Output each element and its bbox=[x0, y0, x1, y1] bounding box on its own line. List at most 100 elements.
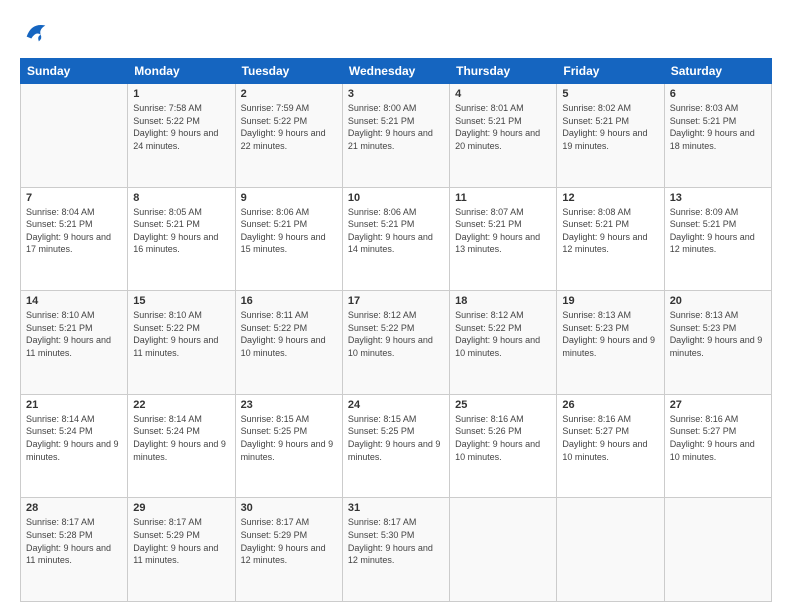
day-cell bbox=[557, 498, 664, 602]
day-detail: Sunrise: 8:11 AMSunset: 5:22 PMDaylight:… bbox=[241, 309, 337, 359]
day-cell: 13 Sunrise: 8:09 AMSunset: 5:21 PMDayligh… bbox=[664, 187, 771, 291]
day-detail: Sunrise: 8:04 AMSunset: 5:21 PMDaylight:… bbox=[26, 206, 122, 256]
calendar: SundayMondayTuesdayWednesdayThursdayFrid… bbox=[20, 58, 772, 602]
day-number: 29 bbox=[133, 502, 229, 514]
day-detail: Sunrise: 8:06 AMSunset: 5:21 PMDaylight:… bbox=[348, 206, 444, 256]
day-detail: Sunrise: 8:07 AMSunset: 5:21 PMDaylight:… bbox=[455, 206, 551, 256]
day-detail: Sunrise: 7:59 AMSunset: 5:22 PMDaylight:… bbox=[241, 102, 337, 152]
day-detail: Sunrise: 8:06 AMSunset: 5:21 PMDaylight:… bbox=[241, 206, 337, 256]
day-detail: Sunrise: 8:10 AMSunset: 5:21 PMDaylight:… bbox=[26, 309, 122, 359]
day-detail: Sunrise: 8:15 AMSunset: 5:25 PMDaylight:… bbox=[348, 413, 444, 463]
day-cell: 17Sunrise: 8:12 AMSunset: 5:22 PMDayligh… bbox=[342, 291, 449, 395]
day-number: 3 bbox=[348, 88, 444, 100]
logo-bird-icon bbox=[22, 18, 50, 46]
day-number: 28 bbox=[26, 502, 122, 514]
day-cell bbox=[450, 498, 557, 602]
day-number: 13 bbox=[670, 192, 766, 204]
day-cell: 24Sunrise: 8:15 AMSunset: 5:25 PMDayligh… bbox=[342, 394, 449, 498]
day-cell: 14 Sunrise: 8:10 AMSunset: 5:21 PMDayligh… bbox=[21, 291, 128, 395]
day-number: 25 bbox=[455, 399, 551, 411]
week-row-3: 14 Sunrise: 8:10 AMSunset: 5:21 PMDayligh… bbox=[21, 291, 772, 395]
day-detail: Sunrise: 8:00 AMSunset: 5:21 PMDaylight:… bbox=[348, 102, 444, 152]
day-detail: Sunrise: 8:13 AMSunset: 5:23 PMDaylight:… bbox=[670, 309, 766, 359]
day-detail: Sunrise: 8:12 AMSunset: 5:22 PMDaylight:… bbox=[348, 309, 444, 359]
day-cell: 27Sunrise: 8:16 AMSunset: 5:27 PMDayligh… bbox=[664, 394, 771, 498]
day-number: 11 bbox=[455, 192, 551, 204]
day-number: 5 bbox=[562, 88, 658, 100]
day-cell: 6Sunrise: 8:03 AMSunset: 5:21 PMDaylight… bbox=[664, 84, 771, 188]
day-number: 30 bbox=[241, 502, 337, 514]
day-number: 16 bbox=[241, 295, 337, 307]
weekday-header-saturday: Saturday bbox=[664, 59, 771, 84]
day-number: 4 bbox=[455, 88, 551, 100]
day-number: 14 bbox=[26, 295, 122, 307]
day-cell: 12 Sunrise: 8:08 AMSunset: 5:21 PMDayligh… bbox=[557, 187, 664, 291]
day-number: 12 bbox=[562, 192, 658, 204]
day-number: 1 bbox=[133, 88, 229, 100]
calendar-header: SundayMondayTuesdayWednesdayThursdayFrid… bbox=[21, 59, 772, 84]
day-number: 19 bbox=[562, 295, 658, 307]
day-detail: Sunrise: 8:16 AMSunset: 5:27 PMDaylight:… bbox=[562, 413, 658, 463]
day-cell: 25 Sunrise: 8:16 AMSunset: 5:26 PMDayligh… bbox=[450, 394, 557, 498]
day-cell: 22 Sunrise: 8:14 AMSunset: 5:24 PMDayligh… bbox=[128, 394, 235, 498]
day-detail: Sunrise: 8:16 AMSunset: 5:26 PMDaylight:… bbox=[455, 413, 551, 463]
day-cell: 8 Sunrise: 8:05 AMSunset: 5:21 PMDaylight… bbox=[128, 187, 235, 291]
day-cell: 28 Sunrise: 8:17 AMSunset: 5:28 PMDayligh… bbox=[21, 498, 128, 602]
day-detail: Sunrise: 8:17 AMSunset: 5:30 PMDaylight:… bbox=[348, 516, 444, 566]
day-cell: 5 Sunrise: 8:02 AMSunset: 5:21 PMDaylight… bbox=[557, 84, 664, 188]
day-cell bbox=[21, 84, 128, 188]
day-cell: 26Sunrise: 8:16 AMSunset: 5:27 PMDayligh… bbox=[557, 394, 664, 498]
day-number: 15 bbox=[133, 295, 229, 307]
day-number: 2 bbox=[241, 88, 337, 100]
day-cell: 19 Sunrise: 8:13 AMSunset: 5:23 PMDayligh… bbox=[557, 291, 664, 395]
day-detail: Sunrise: 8:17 AMSunset: 5:28 PMDaylight:… bbox=[26, 516, 122, 566]
day-number: 10 bbox=[348, 192, 444, 204]
week-row-4: 21Sunrise: 8:14 AMSunset: 5:24 PMDayligh… bbox=[21, 394, 772, 498]
day-cell: 21Sunrise: 8:14 AMSunset: 5:24 PMDayligh… bbox=[21, 394, 128, 498]
logo bbox=[20, 18, 50, 46]
day-cell: 2 Sunrise: 7:59 AMSunset: 5:22 PMDaylight… bbox=[235, 84, 342, 188]
day-number: 6 bbox=[670, 88, 766, 100]
day-detail: Sunrise: 8:14 AMSunset: 5:24 PMDaylight:… bbox=[133, 413, 229, 463]
day-number: 23 bbox=[241, 399, 337, 411]
day-detail: Sunrise: 8:16 AMSunset: 5:27 PMDaylight:… bbox=[670, 413, 766, 463]
day-detail: Sunrise: 8:10 AMSunset: 5:22 PMDaylight:… bbox=[133, 309, 229, 359]
weekday-header-tuesday: Tuesday bbox=[235, 59, 342, 84]
day-cell: 3 Sunrise: 8:00 AMSunset: 5:21 PMDaylight… bbox=[342, 84, 449, 188]
day-cell: 23Sunrise: 8:15 AMSunset: 5:25 PMDayligh… bbox=[235, 394, 342, 498]
week-row-2: 7 Sunrise: 8:04 AMSunset: 5:21 PMDaylight… bbox=[21, 187, 772, 291]
weekday-row: SundayMondayTuesdayWednesdayThursdayFrid… bbox=[21, 59, 772, 84]
day-number: 7 bbox=[26, 192, 122, 204]
day-number: 20 bbox=[670, 295, 766, 307]
day-detail: Sunrise: 8:08 AMSunset: 5:21 PMDaylight:… bbox=[562, 206, 658, 256]
day-cell: 15 Sunrise: 8:10 AMSunset: 5:22 PMDayligh… bbox=[128, 291, 235, 395]
day-detail: Sunrise: 8:17 AMSunset: 5:29 PMDaylight:… bbox=[133, 516, 229, 566]
day-detail: Sunrise: 8:17 AMSunset: 5:29 PMDaylight:… bbox=[241, 516, 337, 566]
day-cell: 10 Sunrise: 8:06 AMSunset: 5:21 PMDayligh… bbox=[342, 187, 449, 291]
day-cell bbox=[664, 498, 771, 602]
day-number: 31 bbox=[348, 502, 444, 514]
weekday-header-monday: Monday bbox=[128, 59, 235, 84]
calendar-body: 1 Sunrise: 7:58 AMSunset: 5:22 PMDaylight… bbox=[21, 84, 772, 602]
day-detail: Sunrise: 8:01 AMSunset: 5:21 PMDaylight:… bbox=[455, 102, 551, 152]
week-row-1: 1 Sunrise: 7:58 AMSunset: 5:22 PMDaylight… bbox=[21, 84, 772, 188]
weekday-header-wednesday: Wednesday bbox=[342, 59, 449, 84]
day-detail: Sunrise: 8:02 AMSunset: 5:21 PMDaylight:… bbox=[562, 102, 658, 152]
day-number: 22 bbox=[133, 399, 229, 411]
day-detail: Sunrise: 8:05 AMSunset: 5:21 PMDaylight:… bbox=[133, 206, 229, 256]
day-detail: Sunrise: 8:09 AMSunset: 5:21 PMDaylight:… bbox=[670, 206, 766, 256]
day-cell: 18Sunrise: 8:12 AMSunset: 5:22 PMDayligh… bbox=[450, 291, 557, 395]
day-number: 8 bbox=[133, 192, 229, 204]
day-detail: Sunrise: 8:13 AMSunset: 5:23 PMDaylight:… bbox=[562, 309, 658, 359]
week-row-5: 28 Sunrise: 8:17 AMSunset: 5:28 PMDayligh… bbox=[21, 498, 772, 602]
day-cell: 1 Sunrise: 7:58 AMSunset: 5:22 PMDaylight… bbox=[128, 84, 235, 188]
day-cell: 31 Sunrise: 8:17 AMSunset: 5:30 PMDayligh… bbox=[342, 498, 449, 602]
day-detail: Sunrise: 7:58 AMSunset: 5:22 PMDaylight:… bbox=[133, 102, 229, 152]
day-cell: 20 Sunrise: 8:13 AMSunset: 5:23 PMDayligh… bbox=[664, 291, 771, 395]
day-cell: 4 Sunrise: 8:01 AMSunset: 5:21 PMDaylight… bbox=[450, 84, 557, 188]
day-cell: 30 Sunrise: 8:17 AMSunset: 5:29 PMDayligh… bbox=[235, 498, 342, 602]
day-detail: Sunrise: 8:12 AMSunset: 5:22 PMDaylight:… bbox=[455, 309, 551, 359]
header bbox=[20, 18, 772, 46]
day-number: 9 bbox=[241, 192, 337, 204]
weekday-header-friday: Friday bbox=[557, 59, 664, 84]
